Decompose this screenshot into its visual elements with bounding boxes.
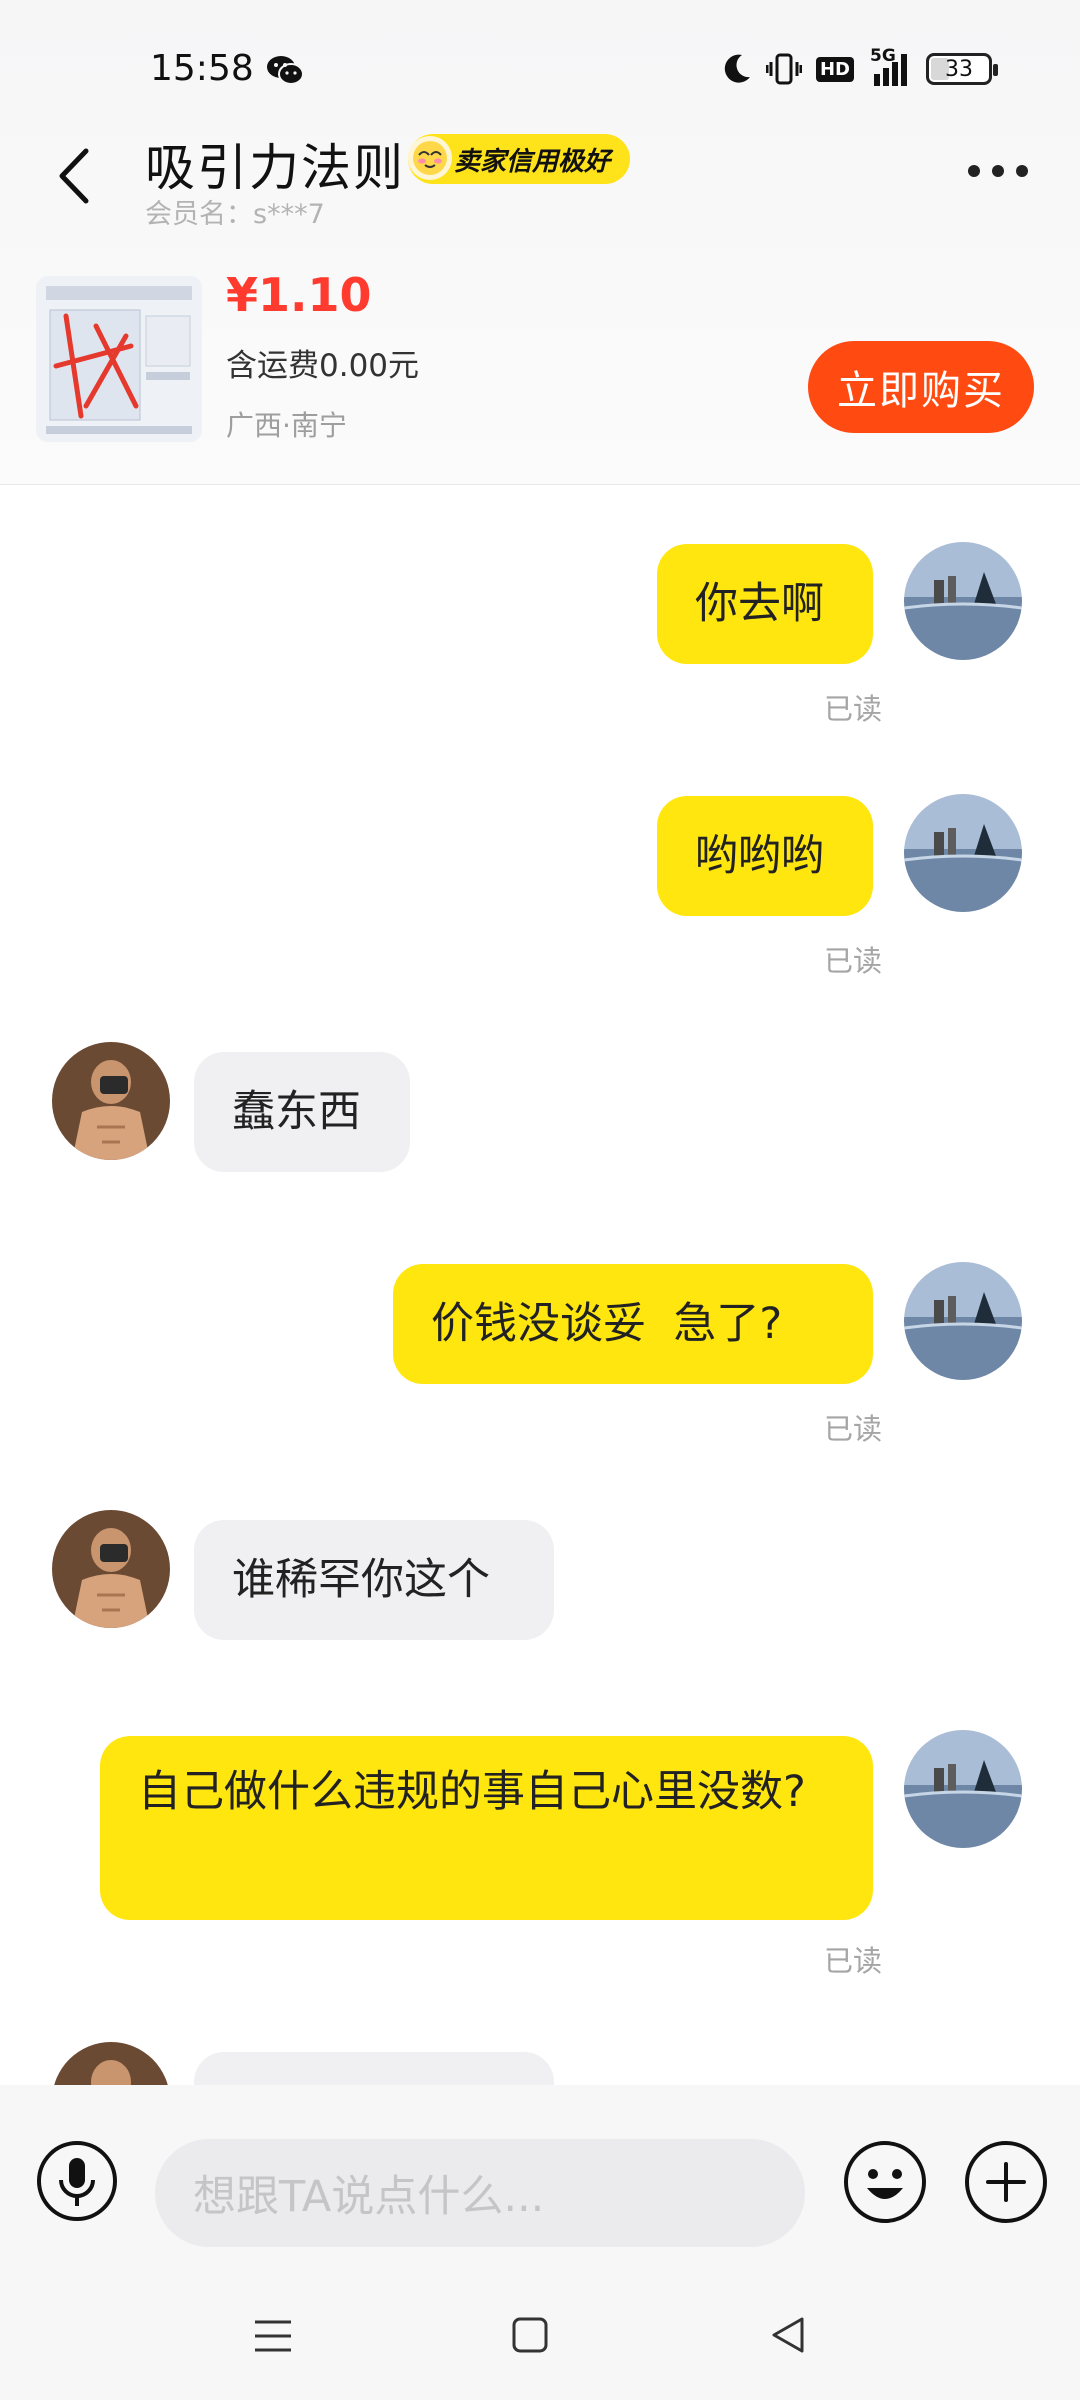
message-bubble-sent[interactable]: 自己做什么违规的事自己心里没数? bbox=[100, 1736, 873, 1920]
back-icon[interactable] bbox=[50, 145, 98, 207]
message-bubble-received[interactable]: 蠢东西 bbox=[194, 1052, 410, 1172]
recent-apps-icon[interactable] bbox=[252, 2317, 294, 2355]
status-time: 15:58 bbox=[150, 48, 254, 89]
add-attachment-icon[interactable] bbox=[964, 2140, 1048, 2224]
status-icons: HD 5G 33 bbox=[722, 46, 998, 86]
contact-avatar[interactable] bbox=[52, 1510, 170, 1628]
chat-title: 吸引力法则 bbox=[145, 139, 405, 197]
message-bubble-sent[interactable]: 你去啊 bbox=[657, 544, 873, 664]
moon-icon bbox=[724, 54, 750, 83]
chat-message-list[interactable]: 你去啊 已读 哟哟哟 已读 蠢东西 价钱没谈妥 急了? 已读 谁稀罕你这个 自己… bbox=[0, 486, 1080, 2086]
my-avatar[interactable] bbox=[904, 794, 1022, 912]
vibrate-icon bbox=[765, 53, 802, 85]
message-text: 哟哟哟 bbox=[695, 831, 824, 881]
seller-credit-badge[interactable]: 卖家信用极好 bbox=[408, 134, 631, 184]
message-input[interactable]: 想跟TA说点什么... bbox=[155, 2139, 805, 2247]
message-bubble-received[interactable] bbox=[194, 2052, 554, 2086]
microphone-icon[interactable] bbox=[36, 2140, 118, 2222]
status-bar: 15:58 HD 5G 33 bbox=[0, 0, 1080, 140]
product-location: 广西·南宁 bbox=[226, 409, 347, 442]
member-name: 会员名：s***7 bbox=[145, 199, 325, 230]
system-nav-bar bbox=[0, 2275, 1080, 2400]
emoji-icon[interactable] bbox=[843, 2140, 927, 2224]
battery-icon: 33 bbox=[926, 53, 998, 85]
my-avatar[interactable] bbox=[904, 542, 1022, 660]
home-icon[interactable] bbox=[510, 2315, 550, 2355]
top-area: 15:58 HD 5G 33 吸引力法则 卖家信用极好 会员名：s***7 ¥1… bbox=[0, 0, 1080, 485]
message-text: 谁稀罕你这个 bbox=[232, 1555, 490, 1605]
signal-icon: 5G bbox=[868, 46, 912, 86]
smile-face-icon bbox=[408, 136, 452, 180]
contact-avatar[interactable] bbox=[52, 1042, 170, 1160]
message-bubble-received[interactable]: 谁稀罕你这个 bbox=[194, 1520, 554, 1640]
read-status: 已读 bbox=[824, 944, 883, 978]
battery-level: 33 bbox=[945, 56, 973, 82]
read-status: 已读 bbox=[824, 1944, 883, 1978]
message-text: 自己做什么违规的事自己心里没数? bbox=[138, 1767, 806, 1817]
message-text: 蠢东西 bbox=[232, 1087, 361, 1137]
my-avatar[interactable] bbox=[904, 1730, 1022, 1848]
more-options-icon[interactable] bbox=[966, 160, 1030, 182]
message-text: 你去啊 bbox=[695, 579, 824, 629]
message-bubble-sent[interactable]: 哟哟哟 bbox=[657, 796, 873, 916]
read-status: 已读 bbox=[824, 1412, 883, 1446]
hd-icon: HD bbox=[815, 56, 854, 82]
input-bar: 想跟TA说点什么... bbox=[0, 2085, 1080, 2275]
contact-avatar[interactable] bbox=[52, 2042, 170, 2086]
message-bubble-sent[interactable]: 价钱没谈妥 急了? bbox=[393, 1264, 873, 1384]
shipping-fee: 含运费0.00元 bbox=[226, 348, 420, 384]
wechat-icon bbox=[267, 56, 304, 85]
read-status: 已读 bbox=[824, 692, 883, 726]
system-back-icon[interactable] bbox=[768, 2313, 808, 2357]
buy-now-button[interactable]: 立即购买 bbox=[808, 341, 1034, 433]
my-avatar[interactable] bbox=[904, 1262, 1022, 1380]
badge-label: 卖家信用极好 bbox=[454, 146, 611, 177]
product-thumbnail[interactable] bbox=[36, 276, 202, 442]
message-text: 价钱没谈妥 急了? bbox=[431, 1299, 783, 1349]
product-price: ¥1.10 bbox=[226, 268, 372, 322]
